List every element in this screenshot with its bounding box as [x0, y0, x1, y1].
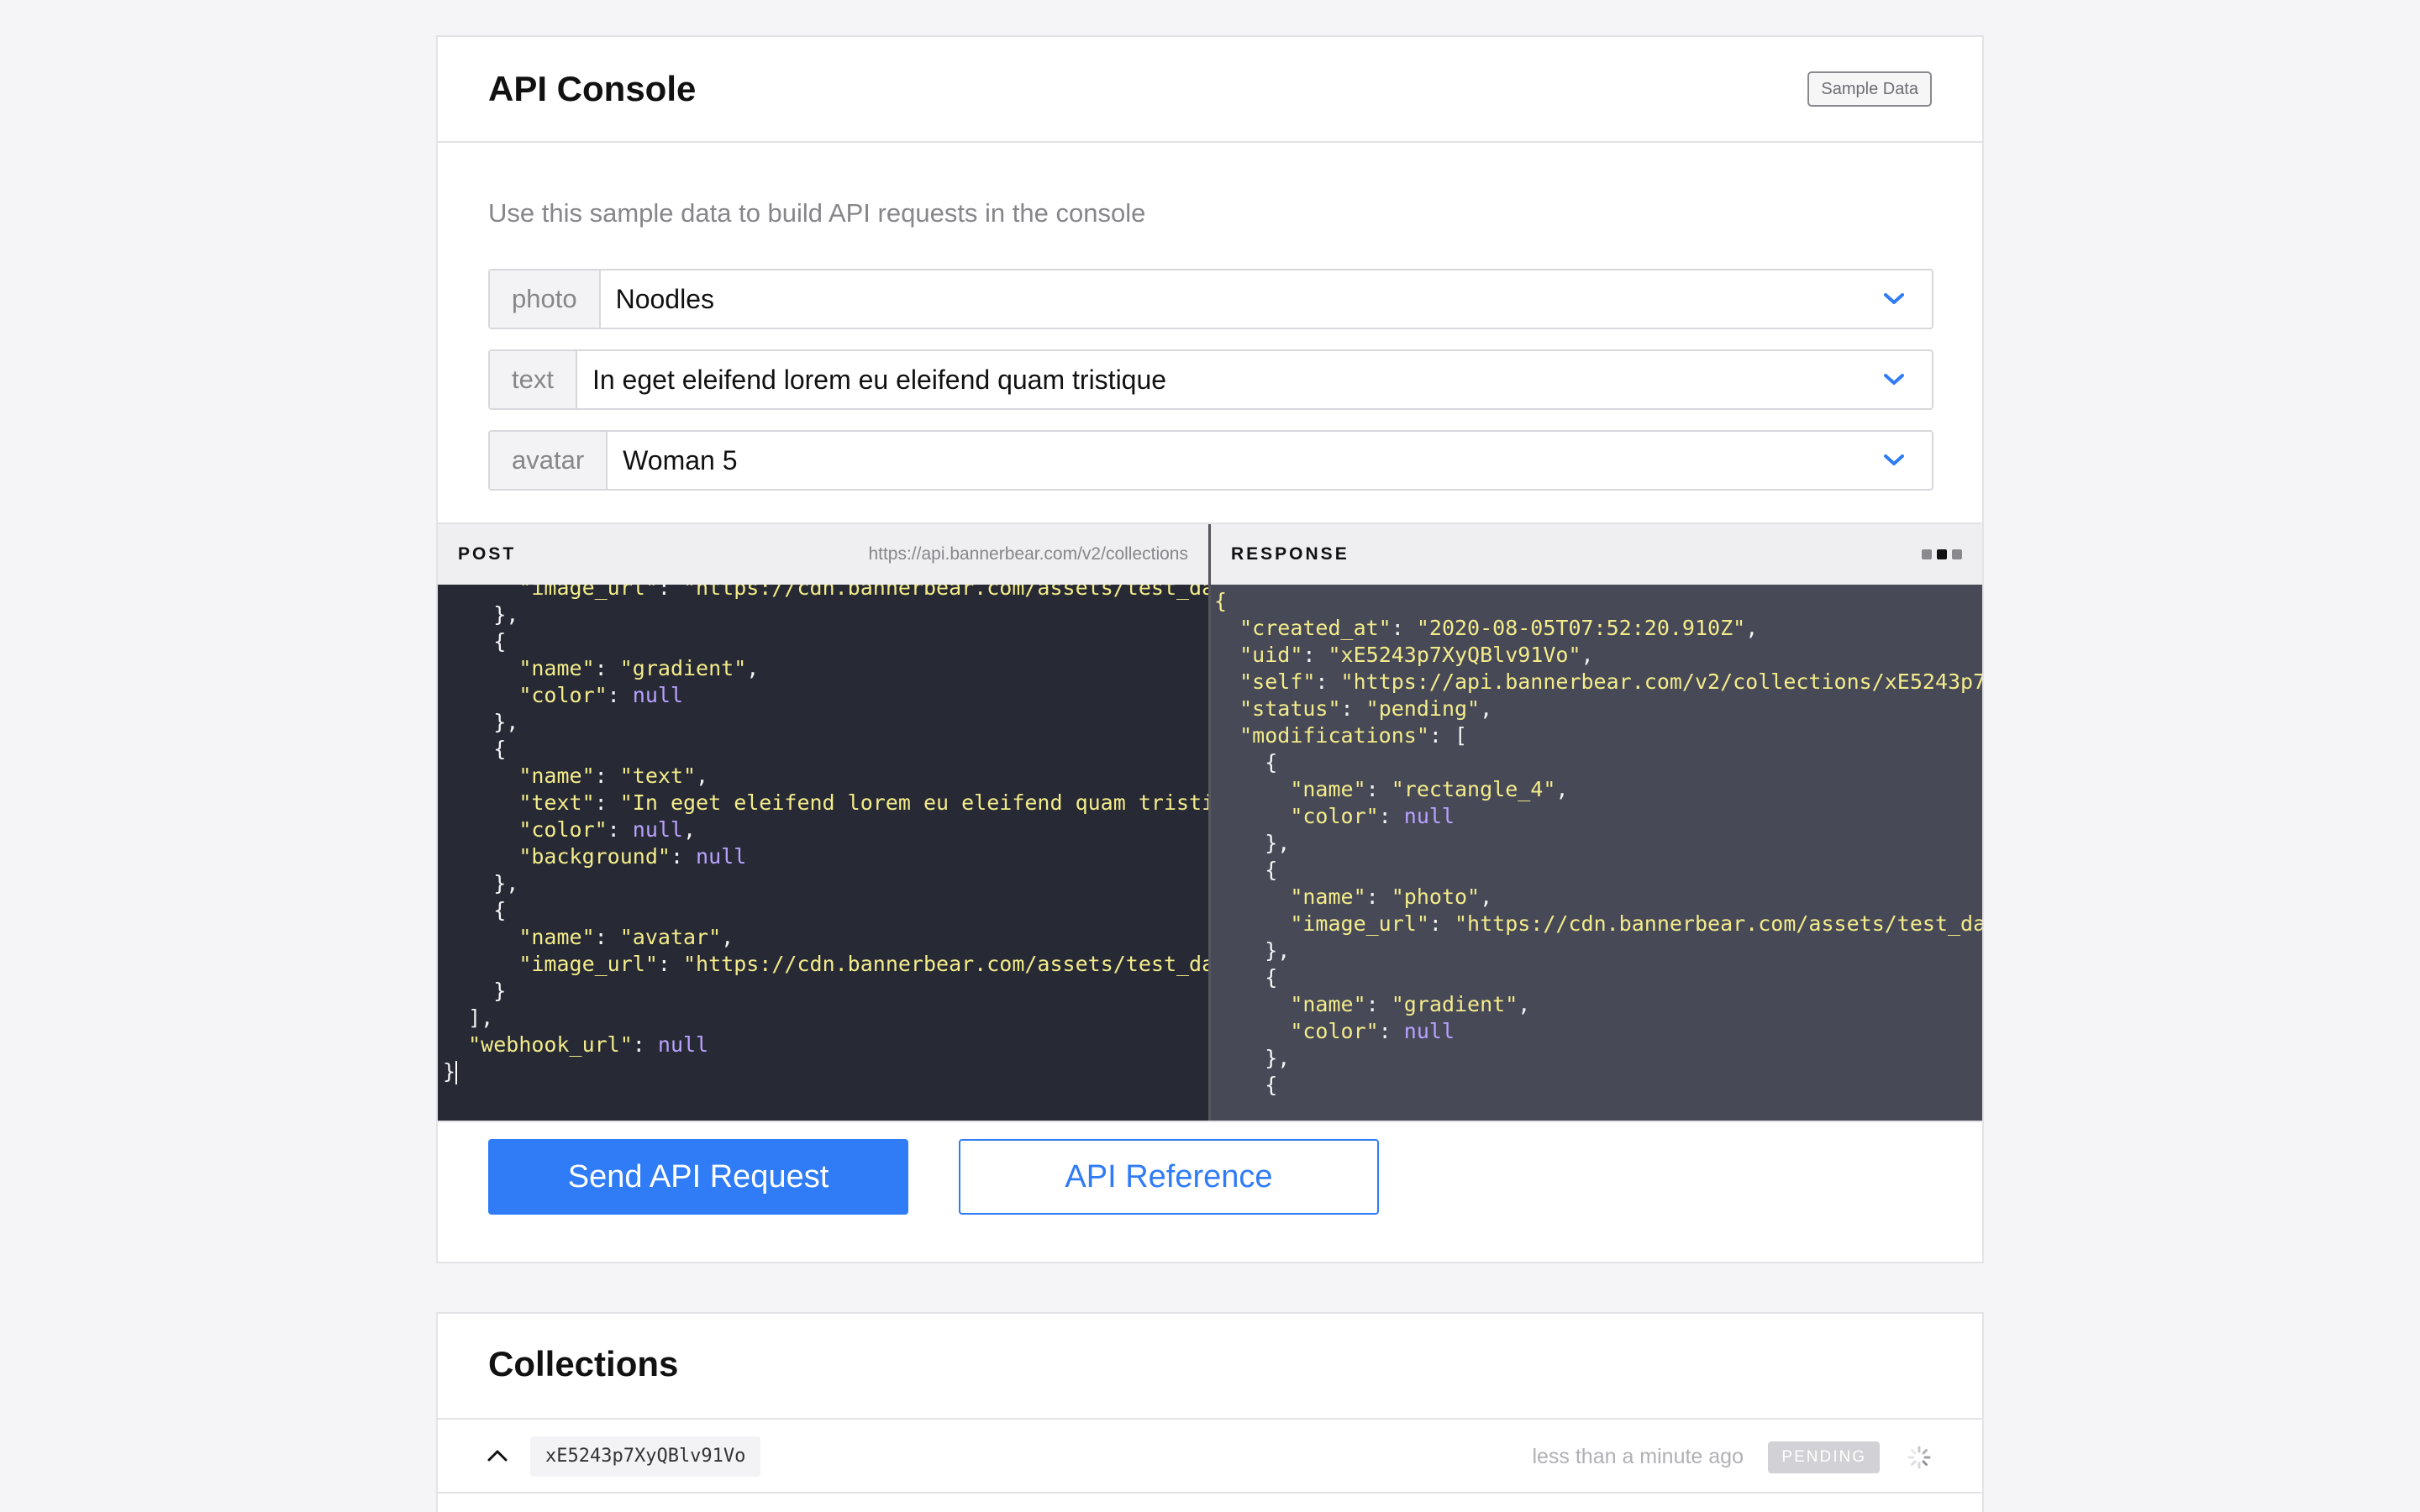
- response-json: { "created_at": "2020-08-05T07:52:20.910…: [1214, 589, 1982, 1097]
- collection-row[interactable]: xE5243p7XyQBlv91Vo less than a minute ag…: [438, 1418, 1982, 1494]
- chevron-down-icon[interactable]: [1856, 351, 1932, 408]
- chevron-down-icon[interactable]: [1856, 432, 1932, 489]
- chevron-up-icon[interactable]: [487, 1448, 508, 1467]
- request-editor[interactable]: "image_url": "https://cdn.bannerbear.com…: [438, 585, 1208, 1121]
- post-url: https://api.bannerbear.com/v2/collection…: [868, 544, 1188, 564]
- console-title: API Console: [488, 69, 697, 108]
- status-badge: PENDING: [1768, 1441, 1880, 1473]
- post-panel: POST https://api.bannerbear.com/v2/colle…: [438, 524, 1211, 1121]
- response-panel: RESPONSE { "created_at": "2020-08-05T07:…: [1211, 524, 1982, 1121]
- collections-title: Collections: [488, 1344, 679, 1383]
- avatar-field-value: Woman 5: [623, 444, 738, 475]
- sample-data-button[interactable]: Sample Data: [1807, 71, 1932, 107]
- console-header: API Console Sample Data: [438, 37, 1982, 143]
- text-field-value: In eget eleifend lorem eu eleifend quam …: [592, 364, 1167, 395]
- avatar-select[interactable]: avatar Woman 5: [488, 430, 1933, 491]
- collection-time: less than a minute ago: [1532, 1445, 1744, 1468]
- response-panel-bar: RESPONSE: [1211, 524, 1982, 585]
- response-title: RESPONSE: [1231, 544, 1349, 564]
- avatar-field-label: avatar: [490, 432, 608, 489]
- api-reference-button[interactable]: API Reference: [959, 1139, 1379, 1215]
- chevron-down-icon[interactable]: [1856, 270, 1932, 328]
- text-select[interactable]: text In eget eleifend lorem eu eleifend …: [488, 349, 1933, 410]
- collections-card: Collections xE5243p7XyQBlv91Vo less than…: [436, 1312, 1984, 1512]
- spinner-icon: [1907, 1445, 1932, 1474]
- collection-uid: xE5243p7XyQBlv91Vo: [530, 1436, 761, 1477]
- post-panel-bar: POST https://api.bannerbear.com/v2/colle…: [438, 524, 1208, 585]
- text-field-label: text: [490, 351, 577, 408]
- photo-field-label: photo: [490, 270, 601, 328]
- response-viewer: { "created_at": "2020-08-05T07:52:20.910…: [1211, 585, 1982, 1121]
- api-console-card: API Console Sample Data Use this sample …: [436, 35, 1984, 1263]
- photo-field-value: Noodles: [615, 283, 714, 314]
- send-api-request-button[interactable]: Send API Request: [488, 1139, 908, 1215]
- intro-text: Use this sample data to build API reques…: [488, 198, 1146, 228]
- panel-toggle-dots-icon[interactable]: [1922, 549, 1962, 559]
- request-response-panels: POST https://api.bannerbear.com/v2/colle…: [438, 522, 1982, 1122]
- photo-select[interactable]: photo Noodles: [488, 269, 1933, 329]
- request-json: "image_url": "https://cdn.bannerbear.com…: [443, 585, 1208, 1084]
- post-title: POST: [458, 544, 517, 564]
